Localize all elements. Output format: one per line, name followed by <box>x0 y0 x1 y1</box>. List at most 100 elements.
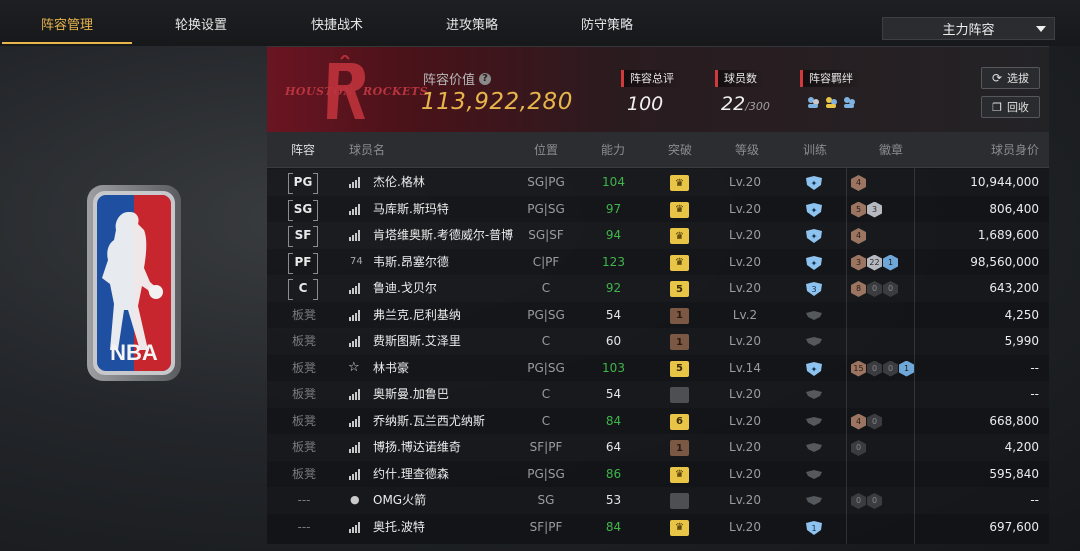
badge-icon[interactable]: 0 <box>867 281 882 297</box>
badge-icon[interactable]: 4 <box>851 228 866 244</box>
player-level: Lv.14 <box>729 360 761 375</box>
training-level-text: ✦ <box>811 179 818 188</box>
training-locked-icon[interactable] <box>804 334 824 350</box>
table-row[interactable]: 板凳 乔纳斯.瓦兰西尤纳斯 C 84 6 Lv.20 4 0 668,800 <box>267 408 1049 435</box>
table-row[interactable]: SG 马库斯.斯玛特 PG|SG 97 ♛ Lv.20 ✦ 5 3 806,400 <box>267 196 1049 223</box>
tab-quick-tactics[interactable]: 快捷战术 <box>270 0 404 46</box>
player-level: Lv.20 <box>729 175 761 189</box>
player-level: Lv.20 <box>729 334 761 348</box>
training-locked-icon[interactable] <box>804 440 824 456</box>
table-row[interactable]: 板凳 费斯图斯.艾泽里 C 60 1 Lv.20 5,990 <box>267 328 1049 355</box>
pick-button[interactable]: ⟳ 选拔 <box>981 67 1040 89</box>
player-name[interactable]: 博扬.博达诺维奇 <box>373 434 461 461</box>
badge-icon[interactable]: 15 <box>851 360 866 377</box>
badge-icon[interactable]: 0 <box>851 493 866 509</box>
player-ability: 53 <box>605 493 622 507</box>
training-locked-icon[interactable] <box>804 414 824 430</box>
table-row[interactable]: 板凳 弗兰克.尼利基纳 PG|SG 54 1 Lv.2 4,250 <box>267 302 1049 329</box>
table-row[interactable]: 板凳 博扬.博达诺维奇 SF|PF 64 1 Lv.20 0 4,200 <box>267 434 1049 461</box>
recycle-button[interactable]: ❐ 回收 <box>981 96 1040 118</box>
training-locked-icon[interactable] <box>804 308 824 324</box>
player-name[interactable]: 弗兰克.尼利基纳 <box>373 302 461 329</box>
lineup-select[interactable]: 主力阵容 <box>882 17 1055 40</box>
badge-icon[interactable]: 22 <box>867 254 882 271</box>
column-header-position: 位置 <box>534 143 559 157</box>
training-shield-icon[interactable]: 3 <box>804 281 824 297</box>
player-name[interactable]: 约什.理查德森 <box>373 461 449 488</box>
table-row[interactable]: --- ● OMG火箭 SG 53 Lv.20 0 0 -- <box>267 487 1049 514</box>
bond-team-icon[interactable] <box>806 95 820 109</box>
bond-team-icon[interactable] <box>824 95 838 109</box>
badge-icon[interactable]: 1 <box>899 360 914 377</box>
jersey-number: 74 <box>350 255 363 267</box>
training-shield-icon[interactable]: ✦ <box>804 361 824 377</box>
training-shield-icon[interactable]: ✦ <box>804 228 824 244</box>
player-name[interactable]: 奥托.波特 <box>373 514 425 541</box>
training-level-text: ✦ <box>811 365 818 374</box>
lineup-select-value: 主力阵容 <box>942 23 995 38</box>
table-row[interactable]: --- 奥托.波特 SF|PF 84 ♛ Lv.20 1 697,600 <box>267 514 1049 541</box>
signal-icon <box>349 309 361 321</box>
player-name[interactable]: 杰伦.格林 <box>373 169 425 196</box>
badge-icon[interactable]: 0 <box>883 281 898 297</box>
table-row[interactable]: 板凳 奥斯曼.加鲁巴 C 54 Lv.20 -- <box>267 381 1049 408</box>
bench-slot-label: --- <box>297 519 311 534</box>
badge-icon[interactable]: 5 <box>851 201 866 218</box>
player-name[interactable]: 马库斯.斯玛特 <box>373 196 449 223</box>
training-shield-icon[interactable]: ✦ <box>804 255 824 271</box>
tab-label: 轮换设置 <box>174 17 227 33</box>
table-row[interactable]: 板凳 ☆ 林书豪 PG|SG 103 5 Lv.14 ✦ 15 0 0 1 -- <box>267 355 1049 382</box>
badge-icon[interactable]: 0 <box>867 360 882 377</box>
player-name[interactable]: 肯塔维奥斯.考德威尔-普博 <box>373 222 513 249</box>
training-shield-icon[interactable]: 1 <box>804 520 824 536</box>
player-name[interactable]: 乔纳斯.瓦兰西尤纳斯 <box>373 408 485 435</box>
breakthrough-icon: 5 <box>670 281 689 297</box>
badge-icon[interactable]: 8 <box>851 281 866 297</box>
bond-team-icon[interactable] <box>842 95 856 109</box>
tab-defense-strategy[interactable]: 防守策略 <box>540 0 674 46</box>
badge-icon[interactable]: 3 <box>867 201 882 218</box>
table-row[interactable]: C 鲁迪.戈贝尔 C 92 5 Lv.20 3 8 0 0 643,200 <box>267 275 1049 302</box>
player-name[interactable]: 费斯图斯.艾泽里 <box>373 328 461 355</box>
table-row[interactable]: PG 杰伦.格林 SG|PG 104 ♛ Lv.20 ✦ 4 10,944,000 <box>267 169 1049 196</box>
badge-icon[interactable]: 4 <box>851 413 866 430</box>
training-shield-icon[interactable]: ✦ <box>804 175 824 191</box>
signal-icon <box>349 415 361 427</box>
badge-list: 4 <box>851 175 866 191</box>
player-name[interactable]: 奥斯曼.加鲁巴 <box>373 381 449 408</box>
column-header-training: 训练 <box>803 143 828 157</box>
column-header-level: 等级 <box>735 143 760 157</box>
table-row[interactable]: PF 74 韦斯.昂塞尔德 C|PF 123 ♛ Lv.20 ✦ 3 22 1 98,560,000 <box>267 249 1049 276</box>
lineup-value-label-text: 阵容价值 <box>423 73 476 88</box>
player-name[interactable]: 鲁迪.戈贝尔 <box>373 275 437 302</box>
lineup-bond-stat: 阵容羁绊 <box>800 67 861 109</box>
tab-lineup-management[interactable]: 阵容管理 <box>0 0 134 46</box>
tab-rotation-settings[interactable]: 轮换设置 <box>134 0 268 46</box>
training-shield-icon[interactable]: ✦ <box>804 202 824 218</box>
badge-icon[interactable]: 0 <box>867 493 882 509</box>
tab-offense-strategy[interactable]: 进攻策略 <box>405 0 539 46</box>
player-value: 4,200 <box>1004 440 1039 454</box>
training-locked-icon[interactable] <box>804 493 824 509</box>
player-value: 4,250 <box>1004 307 1039 322</box>
badge-icon[interactable]: 4 <box>851 175 866 191</box>
badge-icon[interactable]: 1 <box>883 254 898 271</box>
player-name[interactable]: 韦斯.昂塞尔德 <box>373 249 449 276</box>
table-row[interactable]: 板凳 约什.理查德森 PG|SG 86 ♛ Lv.20 595,840 <box>267 461 1049 488</box>
training-locked-icon[interactable] <box>804 387 824 403</box>
table-row[interactable]: SF 肯塔维奥斯.考德威尔-普博 SG|SF 94 ♛ Lv.20 ✦ 4 1,689,600 <box>267 222 1049 249</box>
badge-icon[interactable]: 0 <box>883 360 898 377</box>
badge-list: 53 <box>851 201 882 218</box>
badge-icon[interactable]: 3 <box>851 254 866 271</box>
lineup-value-label: 阵容价值 ? <box>423 69 492 88</box>
player-position: C <box>541 387 551 401</box>
player-name[interactable]: 林书豪 <box>373 355 409 382</box>
badge-list: 4 <box>851 228 866 244</box>
player-name[interactable]: OMG火箭 <box>373 487 426 514</box>
help-icon[interactable]: ? <box>479 72 492 85</box>
badge-icon[interactable]: 0 <box>867 413 882 430</box>
training-locked-icon[interactable] <box>804 467 824 483</box>
player-value: 98,560,000 <box>970 254 1039 269</box>
breakthrough-icon: ♛ <box>670 228 689 244</box>
badge-icon[interactable]: 0 <box>851 440 866 456</box>
